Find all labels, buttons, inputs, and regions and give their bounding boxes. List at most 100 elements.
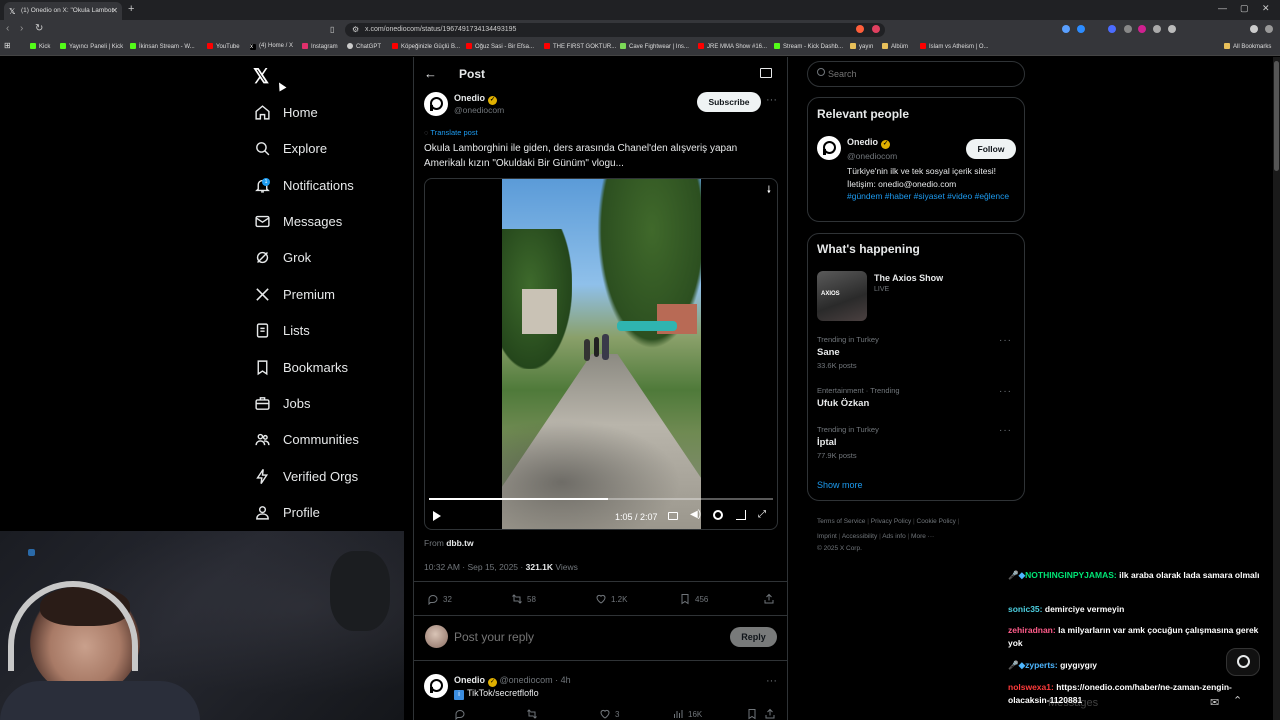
footer-link[interactable]: Privacy Policy [871, 518, 911, 525]
play-icon[interactable] [433, 511, 441, 521]
search-input[interactable] [828, 66, 1018, 82]
video-player[interactable]: 🠗 1:05 / 2:07 ◀) ⤢ [424, 178, 778, 530]
bookmark-item[interactable]: Stream - Kick Dashb... [774, 43, 843, 50]
my-avatar[interactable] [425, 625, 448, 648]
footer-link[interactable]: Imprint [817, 533, 837, 540]
extension-2-icon[interactable] [1077, 25, 1085, 33]
profile-icon[interactable] [1250, 25, 1258, 33]
grok-floating-button[interactable] [1226, 648, 1260, 676]
extensions-puzzle-icon[interactable] [1168, 25, 1176, 33]
nav-item-home[interactable]: Home [253, 97, 318, 127]
forward-icon[interactable]: › [20, 23, 23, 34]
trend-item[interactable]: Trending in Turkey Sane 33.6K posts [817, 335, 1017, 370]
extension-4-icon[interactable] [1124, 25, 1132, 33]
expand-messages-icon[interactable]: ⌃ [1233, 694, 1242, 707]
translate-post-link[interactable]: ◌ Translate post [424, 128, 478, 137]
x-logo-icon[interactable]: 𝕏 [253, 64, 269, 89]
nav-item-notifications[interactable]: 1 Notifications [253, 170, 354, 200]
bookmark-item[interactable]: JRE MMA Show #16... [698, 43, 767, 50]
url-input[interactable]: ⚙ x.com/onediocom/status/196749173413449… [345, 23, 885, 37]
person-avatar[interactable] [817, 136, 841, 160]
nav-item-profile[interactable]: Profile [253, 497, 320, 527]
bookmark-page-icon[interactable]: ▯ [330, 25, 334, 34]
trend-item[interactable]: Entertainment · Trending Ufuk Özkan [817, 386, 1017, 409]
extension-6-icon[interactable] [1153, 25, 1161, 33]
bookmark-item[interactable]: Islam vs Atheism | O... [920, 43, 989, 50]
nav-item-premium[interactable]: Premium [253, 279, 335, 309]
person-name-row[interactable]: Onedio ✓ [847, 137, 890, 149]
source-link[interactable]: dbb.tw [446, 538, 473, 548]
bookmark-item[interactable]: Kick [30, 43, 50, 50]
reply-views-action[interactable]: 16K [672, 708, 702, 720]
nav-item-communities[interactable]: Communities [253, 424, 359, 454]
reply-bookmark-action[interactable] [746, 708, 762, 720]
fullscreen-icon[interactable]: ⤢ [758, 509, 766, 520]
bookmark-item[interactable]: Oğuz Sasi - Bir Efsa... [466, 43, 534, 50]
author-avatar[interactable] [424, 92, 448, 116]
subscribe-button[interactable]: Subscribe [697, 92, 761, 112]
reload-icon[interactable]: ↻ [35, 23, 43, 34]
nav-item-lists[interactable]: Lists [253, 315, 310, 345]
extension-3-icon[interactable] [1108, 25, 1116, 33]
bookmark-item[interactable]: İkinsan Stream - W... [130, 43, 195, 50]
like-action[interactable]: 1.2K [595, 593, 627, 605]
back-arrow-icon[interactable]: ← [424, 66, 437, 81]
reply-repost-action[interactable] [526, 708, 542, 720]
bookmark-item[interactable]: Cave Fightwear | Ins... [620, 43, 689, 50]
nav-item-messages[interactable]: Messages [253, 206, 342, 236]
live-show-title[interactable]: The Axios Show [874, 273, 943, 283]
scrollbar-thumb[interactable] [1274, 61, 1279, 171]
compose-message-icon[interactable]: ✉ [1210, 696, 1219, 709]
new-tab-button[interactable]: + [128, 3, 134, 15]
reply-input[interactable] [454, 627, 694, 647]
person-hashtags[interactable]: #gündem #haber #siyaset #video #eğlence [847, 190, 1017, 203]
reader-mode-icon[interactable] [760, 68, 772, 78]
close-window-button[interactable]: ✕ [1262, 3, 1270, 14]
pip-icon[interactable] [736, 510, 746, 520]
download-icon[interactable]: 🠗 [767, 183, 771, 200]
tab-close-icon[interactable]: ✕ [111, 6, 118, 15]
nav-item-explore[interactable]: Explore [253, 133, 327, 163]
reply-share-action[interactable] [764, 708, 780, 720]
captions-icon[interactable] [668, 512, 678, 520]
back-icon[interactable]: ‹ [6, 23, 9, 34]
bookmark-item[interactable]: Instagram [302, 43, 338, 50]
reply-like-action[interactable]: 3 [599, 708, 619, 720]
nav-item-verified-orgs[interactable]: Verified Orgs [253, 461, 358, 491]
extension-1-icon[interactable] [1062, 25, 1070, 33]
footer-link[interactable]: Ads info [882, 533, 906, 540]
extension-5-icon[interactable] [1138, 25, 1146, 33]
brave-shield-icon[interactable] [856, 25, 864, 33]
page-scrollbar[interactable] [1273, 57, 1280, 720]
apps-icon[interactable]: ⊞ [4, 41, 11, 50]
video-progress-track[interactable] [429, 498, 773, 500]
share-action[interactable] [763, 593, 779, 605]
browser-tab[interactable]: 𝕏 (1) Onedio on X: "Okula Lambor ✕ [4, 2, 122, 20]
post-timestamp[interactable]: 10:32 AM · Sep 15, 2025 · [424, 562, 523, 572]
reply-author-avatar[interactable] [424, 674, 448, 698]
author-name-row[interactable]: Onedio ✓ [454, 93, 497, 105]
person-handle[interactable]: @onediocom [847, 151, 897, 161]
reply-action[interactable]: 32 [427, 593, 452, 605]
bookmark-item[interactable]: Köpeğinizle Güçlü B... [392, 43, 460, 50]
bookmark-folder[interactable]: yayın [850, 43, 873, 50]
show-more-link[interactable]: Show more [817, 480, 863, 490]
nav-item-jobs[interactable]: Jobs [253, 388, 310, 418]
reply-author-row[interactable]: Onedio ✓ @onediocom · 4h [454, 675, 571, 687]
bookmark-item[interactable]: THE FIRST GOKTUR... [544, 43, 616, 50]
more-options-icon[interactable]: ··· [766, 675, 777, 687]
footer-link[interactable]: Cookie Policy [917, 518, 956, 525]
bookmark-item[interactable]: YouTube [207, 43, 240, 50]
follow-button[interactable]: Follow [966, 139, 1016, 159]
live-show-thumbnail[interactable]: AXIOS [817, 271, 867, 321]
repost-action[interactable]: 58 [511, 593, 536, 605]
footer-link[interactable]: Terms of Service [817, 518, 865, 525]
bookmark-folder[interactable]: Albüm [882, 43, 908, 50]
site-info-icon[interactable]: ⚙ [352, 25, 359, 34]
bookmark-item[interactable]: x (4) Home / X [250, 43, 293, 50]
bookmark-item[interactable]: ChatGPT [347, 43, 381, 50]
bookmark-item[interactable]: Yayıncı Paneli | Kick [60, 43, 123, 50]
minimize-button[interactable]: — [1218, 3, 1227, 13]
all-bookmarks-folder[interactable]: All Bookmarks [1224, 43, 1271, 50]
rewards-icon[interactable] [872, 25, 880, 33]
